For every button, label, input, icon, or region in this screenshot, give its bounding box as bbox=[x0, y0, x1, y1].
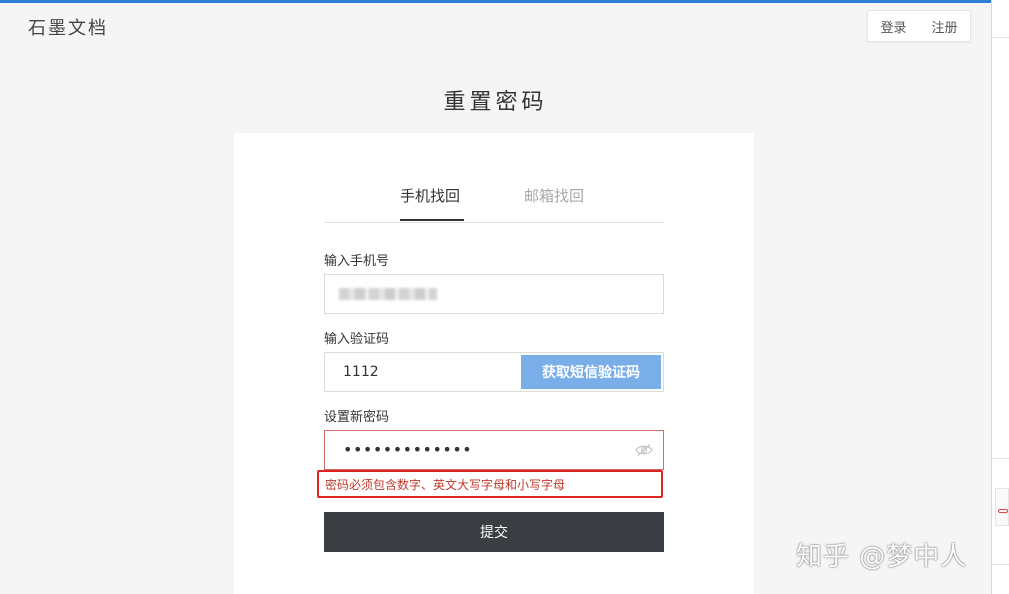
password-masked-value: ••••••••••••• bbox=[343, 440, 473, 459]
new-password-input[interactable]: ••••••••••••• bbox=[324, 430, 664, 470]
adjacent-window-edge bbox=[991, 0, 1009, 594]
register-link[interactable]: 注册 bbox=[931, 17, 957, 36]
phone-label: 输入手机号 bbox=[324, 254, 390, 269]
edge-divider bbox=[992, 37, 1009, 38]
password-label: 设置新密码 bbox=[324, 410, 390, 425]
redacted-phone-number bbox=[339, 288, 437, 300]
verification-code-value: 1112 bbox=[343, 364, 379, 380]
recovery-tabs: 手机找回 邮箱找回 bbox=[324, 173, 664, 223]
tab-phone-recovery[interactable]: 手机找回 bbox=[400, 185, 460, 206]
eye-off-icon[interactable] bbox=[635, 443, 653, 457]
password-error-highlight: 密码必须包含数字、英文大写字母和小写字母 bbox=[317, 470, 663, 498]
brand-logo[interactable]: 石墨文档 bbox=[28, 14, 108, 40]
page-title: 重置密码 bbox=[443, 90, 548, 115]
code-label: 输入验证码 bbox=[324, 332, 390, 347]
window-top-accent bbox=[0, 0, 991, 3]
password-error-text: 密码必须包含数字、英文大写字母和小写字母 bbox=[325, 478, 566, 492]
edge-divider bbox=[992, 458, 1009, 459]
get-sms-code-button[interactable]: 获取短信验证码 bbox=[521, 355, 661, 389]
edge-divider bbox=[992, 564, 1009, 565]
auth-links: 登录 注册 bbox=[867, 10, 971, 42]
active-tab-indicator bbox=[400, 219, 464, 221]
login-link[interactable]: 登录 bbox=[880, 17, 906, 36]
reset-password-card: 手机找回 邮箱找回 输入手机号 输入验证码 1112 获取短信验证码 设置新密码… bbox=[234, 133, 754, 594]
edge-thumbnail bbox=[995, 488, 1009, 526]
verification-code-input[interactable]: 1112 获取短信验证码 bbox=[324, 352, 664, 392]
submit-button[interactable]: 提交 bbox=[324, 512, 664, 552]
tab-email-recovery[interactable]: 邮箱找回 bbox=[524, 185, 584, 206]
watermark: 知乎 @梦中人 bbox=[796, 542, 968, 572]
phone-input[interactable] bbox=[324, 274, 664, 314]
